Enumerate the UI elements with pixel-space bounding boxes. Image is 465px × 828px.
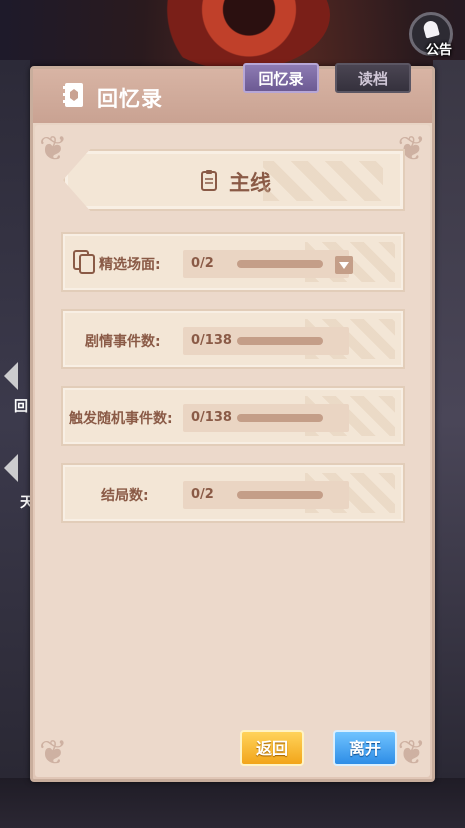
progress-bar <box>237 260 323 268</box>
book-icon <box>63 83 83 107</box>
panel-title: 回忆录 <box>97 87 163 111</box>
tab-memoir[interactable]: 回忆录 <box>243 63 319 93</box>
progress-box: 0/138 <box>183 404 349 432</box>
progress-bar <box>237 491 323 499</box>
notice-button[interactable]: 公告 <box>409 12 453 58</box>
dropdown-arrow-icon[interactable] <box>335 256 353 274</box>
corner-ornament: ❦ <box>397 733 427 773</box>
photo-cards-icon <box>73 250 95 274</box>
row-value: 0/2 <box>191 256 214 271</box>
bell-icon <box>422 19 440 39</box>
progress-bar <box>237 337 323 345</box>
row-value: 0/2 <box>191 487 214 502</box>
back-button[interactable]: 返回 <box>240 730 304 766</box>
row-value: 0/138 <box>191 333 232 348</box>
featured-scenes-row[interactable]: 精选场面: 0/2 <box>61 232 405 292</box>
memoir-panel: 回忆录 回忆录 读档 ❦ ❦ ❦ ❦ 主线 精选场面: 0/2 剧情事件数: 0… <box>30 63 435 782</box>
chevron-left-icon <box>4 454 18 482</box>
endings-row: 结局数: 0/2 <box>61 463 405 523</box>
background-bottom <box>0 778 465 828</box>
mainline-banner: 主线 <box>63 149 405 211</box>
banner-title: 主线 <box>229 171 271 195</box>
progress-box: 0/2 <box>183 481 349 509</box>
row-label: 精选场面: <box>99 257 161 273</box>
corner-ornament: ❦ <box>39 733 68 773</box>
row-value: 0/138 <box>191 410 232 425</box>
row-label: 结局数: <box>101 488 149 504</box>
background-right <box>433 60 465 780</box>
panel-content: ❦ ❦ ❦ ❦ <box>35 125 430 777</box>
chevron-left-icon <box>4 362 18 390</box>
side-tab-memoir[interactable]: 回 <box>0 362 32 415</box>
tab-load-save[interactable]: 读档 <box>335 63 411 93</box>
row-label: 触发随机事件数: <box>69 411 173 427</box>
random-events-row: 触发随机事件数: 0/138 <box>61 386 405 446</box>
leave-button[interactable]: 离开 <box>333 730 397 766</box>
progress-box: 0/138 <box>183 327 349 355</box>
side-tab-talent[interactable]: 天 <box>0 454 34 511</box>
row-label: 剧情事件数: <box>85 334 161 350</box>
progress-box: 0/2 <box>183 250 349 278</box>
background-left <box>0 60 30 780</box>
clipboard-icon <box>201 170 217 191</box>
notice-label: 公告 <box>425 43 452 58</box>
background-art <box>150 0 330 70</box>
side-tab-label: 回 <box>14 399 28 415</box>
progress-bar <box>237 414 323 422</box>
corner-ornament: ❦ <box>39 129 68 169</box>
story-events-row: 剧情事件数: 0/138 <box>61 309 405 369</box>
